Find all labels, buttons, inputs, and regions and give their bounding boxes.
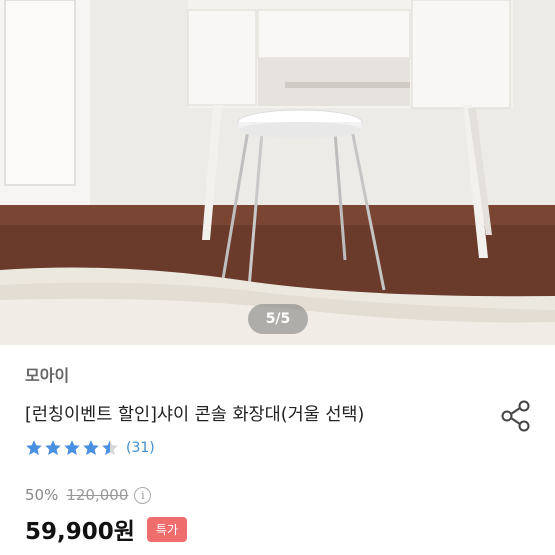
review-count[interactable]: (31) (126, 440, 155, 456)
info-icon[interactable]: i (134, 486, 152, 504)
discount-row: 50% 120,000 i (25, 486, 152, 504)
brand-name[interactable]: 모아이 (25, 362, 69, 386)
product-image[interactable]: 5/5 (0, 0, 555, 345)
star-rating (25, 439, 120, 457)
share-button[interactable] (499, 399, 533, 433)
special-badge: 특가 (146, 516, 188, 542)
star-icon (102, 440, 118, 455)
sale-price: 59,900원 (25, 519, 135, 545)
share-icon (501, 400, 530, 432)
star-icon (26, 440, 42, 455)
rating[interactable]: (31) (25, 438, 155, 458)
product-title: [런칭이벤트 할인]샤이 콘솔 화장대(거울 선택) (25, 405, 365, 425)
original-price: 120,000 (66, 486, 129, 504)
image-counter: 5/5 (248, 304, 308, 334)
product-photo-illustration (0, 0, 555, 345)
price-row: 59,900원 특가 (25, 512, 188, 546)
star-icon (45, 440, 61, 455)
discount-rate: 50% (25, 486, 59, 504)
star-icon (83, 440, 99, 455)
star-icon (64, 440, 80, 455)
